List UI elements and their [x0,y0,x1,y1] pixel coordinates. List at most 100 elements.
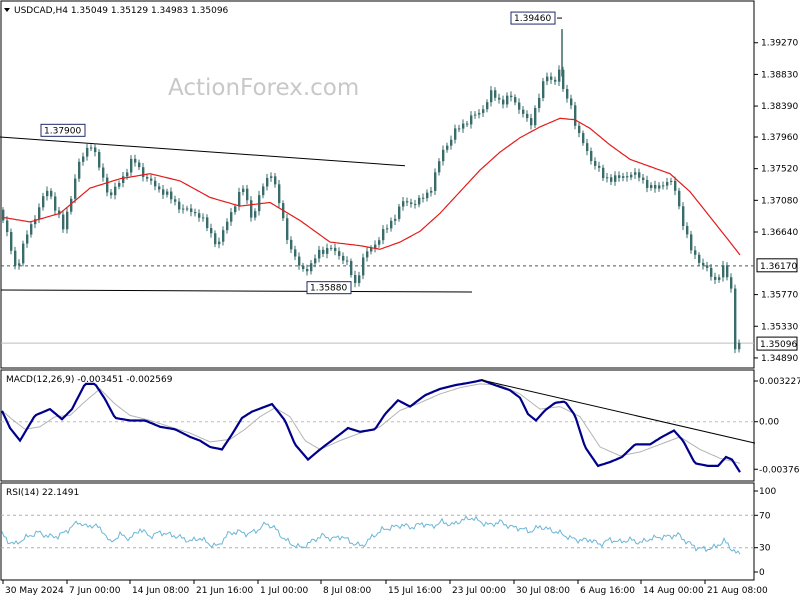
candle-body [558,69,561,82]
candle-body [398,206,401,219]
rsi-pane [0,482,755,581]
time-axis-label: 30 Jul 08:00 [516,586,570,596]
candle-body [278,184,281,204]
candle-body [618,175,621,178]
candle-body [166,191,169,195]
candle-body [434,172,437,191]
time-axis-label: 14 Aug 00:00 [643,586,704,596]
candle-body [42,196,45,208]
rsi-title: RSI(14) 22.1491 [6,488,79,498]
candle-body [534,108,537,126]
candle-body [406,201,409,203]
candle-body [570,98,573,106]
price-axis-label: 1.39270 [761,39,798,49]
candle-body [286,218,289,240]
candle-body [586,143,589,151]
candle-body [594,160,597,166]
price-pane [0,0,755,369]
candle-body [598,165,601,168]
candle-body [22,243,25,264]
candle-body [14,250,17,266]
candle-body [450,139,453,146]
candle-body [198,213,201,218]
time-axis-label: 15 Jul 16:00 [388,586,442,596]
candle-body [298,256,301,266]
candle-body [646,179,649,188]
candle-body [634,172,637,175]
candle-body [294,249,297,257]
candle-body [722,265,725,278]
candle-body [94,147,97,153]
candle-body [430,190,433,193]
candle-body [182,208,185,210]
candle-body [738,342,741,350]
candle-body [106,177,109,193]
macd-axis-label: 0.00 [759,418,779,428]
candle-body [138,162,141,168]
candle-body [194,211,197,214]
last-price-label: 1.35096 [760,340,797,350]
annotation-label: 1.35880 [310,284,347,294]
support-price-label: 1.36170 [760,262,797,272]
candle-body [458,128,461,130]
candle-body [110,192,113,196]
candle-body [442,149,445,162]
candle-body [582,133,585,144]
candle-body [702,262,705,266]
candle-body [350,261,353,276]
candle-body [422,197,425,199]
chart-header: USDCAD,H4 1.35049 1.35129 1.34983 1.3509… [14,6,229,16]
time-axis-label: 8 Jul 08:00 [323,586,372,596]
candle-body [494,90,497,98]
time-axis-label: 7 Jun 00:00 [69,586,121,596]
candle-body [186,208,189,210]
candle-body [610,177,613,182]
time-axis-label: 14 Jun 08:00 [132,586,189,596]
candle-body [382,229,385,241]
time-axis-label: 6 Aug 16:00 [580,586,635,596]
candle-body [466,123,469,125]
candle-body [150,178,153,181]
candle-body [734,288,737,350]
candle-body [178,201,181,210]
annotation-label: 1.37900 [44,126,81,136]
candle-body [698,254,701,263]
candle-body [678,190,681,207]
candle-body [362,257,365,276]
candle-body [214,233,217,245]
candle-body [318,249,321,259]
time-axis-label: 21 Jun 16:00 [196,586,253,596]
candle-body [302,265,305,269]
time-axis-label: 30 May 2024 [5,586,64,596]
candle-body [474,114,477,116]
candle-body [538,97,541,109]
trading-chart[interactable]: ActionForex.com 1.39270 1.38830 1.38390 1.37… [0,0,800,600]
candle-body [202,217,205,219]
candle-body [206,217,209,229]
candle-body [510,95,513,98]
candle-body [338,251,341,256]
candle-body [146,177,149,179]
candle-body [674,180,677,191]
candle-body [238,192,241,207]
candle-body [518,102,521,110]
candle-body [246,188,249,201]
candle-body [78,161,81,179]
price-axis-label: 1.35330 [761,322,798,332]
candle-body [498,97,501,100]
rsi-axis-label: 30 [759,544,771,554]
candle-body [130,158,133,173]
candle-body [478,112,481,115]
candle-body [662,185,665,187]
candle-body [30,224,33,235]
candle-body [682,206,685,227]
candle-body [354,275,357,284]
candle-body [566,88,569,99]
candle-body [638,172,641,178]
candle-body [438,161,441,173]
candle-body [62,214,65,230]
candle-body [342,255,345,261]
candle-body [274,176,277,185]
candle-body [542,81,545,98]
candle-body [658,185,661,189]
